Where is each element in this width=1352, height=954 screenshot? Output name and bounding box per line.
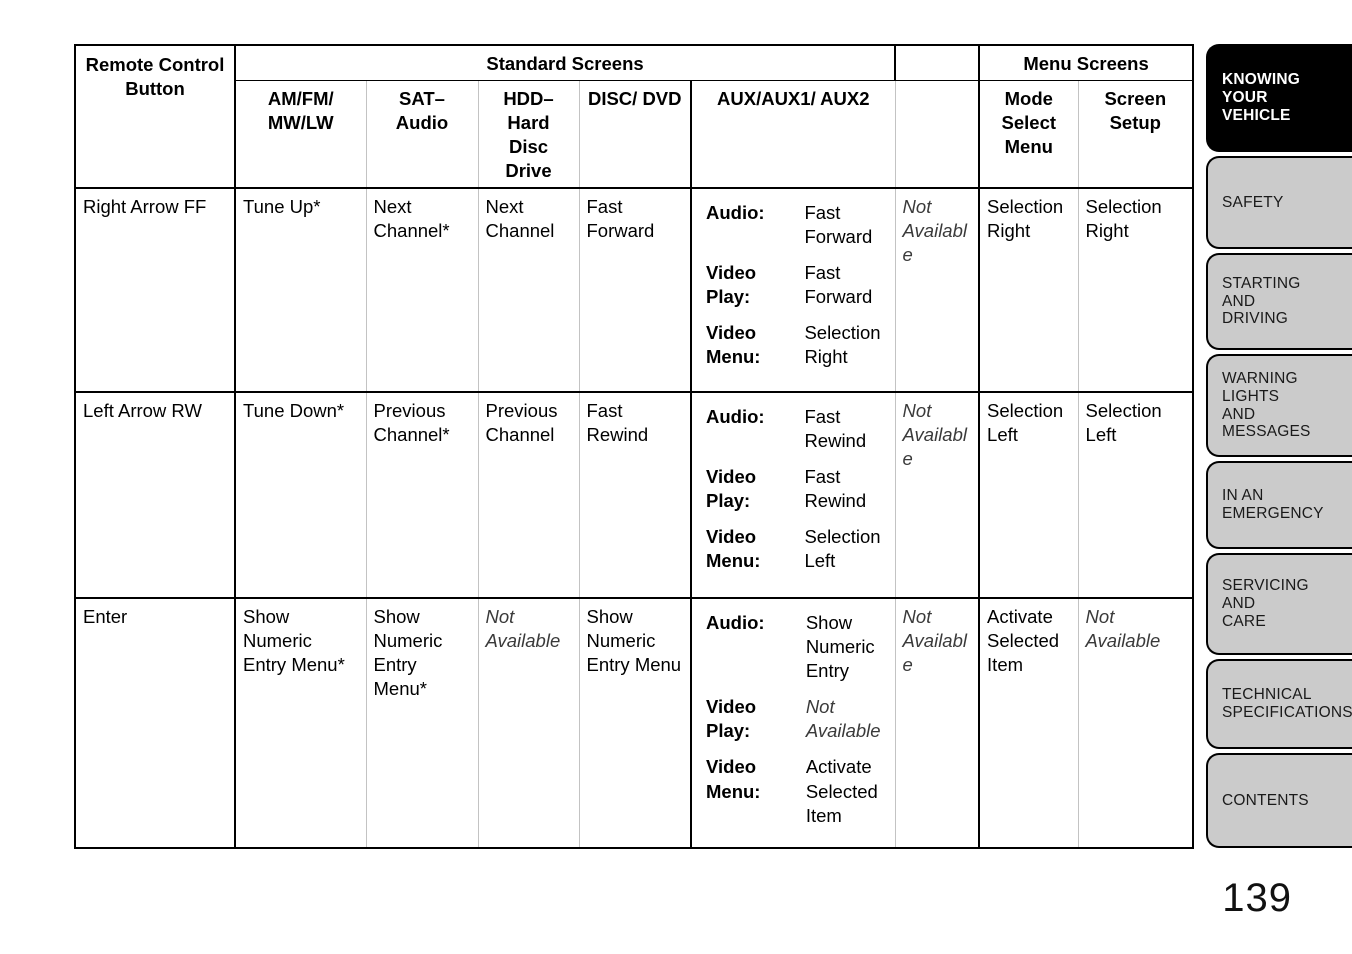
cell-disc: Fast Rewind xyxy=(578,391,692,599)
sidebar-tab-label: STARTING AND DRIVING xyxy=(1222,274,1301,328)
cell-aux: Audio: Fast Forward Video Play: Fast For… xyxy=(689,187,896,393)
aux-label: Video Menu: xyxy=(706,322,761,368)
col-header-screen-setup: Screen Setup xyxy=(1077,80,1194,189)
aux-value: Not Available xyxy=(805,696,881,742)
cell-hdd: Previous Channel xyxy=(477,391,580,599)
header-standard-screens: Standard Screens xyxy=(233,45,896,82)
cell-amfm: Tune Down* xyxy=(234,391,367,599)
table-row: Left Arrow RW Tune Down* Previous Channe… xyxy=(75,391,1194,599)
aux-value: Fast Rewind xyxy=(804,406,867,452)
aux-value: Activate Selected Item xyxy=(805,756,878,826)
sidebar-tab-label: TECHNICAL SPECIFICATIONS xyxy=(1222,686,1352,721)
cell-hdd: Not Available xyxy=(477,597,580,849)
cell-amfm: Tune Up* xyxy=(234,187,367,393)
cell-disc: Fast Forward xyxy=(578,187,692,393)
table-group-header-row: Remote Control Button Standard Screens M… xyxy=(75,45,1194,189)
manual-page: Remote Control Button Standard Screens M… xyxy=(0,0,1352,954)
aux-label: Audio: xyxy=(706,612,765,634)
cell-mode-select-menu: Selection Right xyxy=(978,187,1079,393)
cell-extra: Not Available xyxy=(894,391,980,599)
sidebar-tab-knowing-your-vehicle[interactable]: KNOWING YOUR VEHICLE xyxy=(1206,44,1352,152)
aux-value: Fast Forward xyxy=(804,202,873,248)
cell-screen-setup: Selection Left xyxy=(1077,391,1194,599)
sidebar-tab-label: KNOWING YOUR VEHICLE xyxy=(1222,71,1301,124)
page-number: 139 xyxy=(1222,876,1292,920)
aux-label: Video Play: xyxy=(706,466,757,512)
col-header-mode-select-menu: Mode Select Menu xyxy=(978,80,1079,189)
aux-label: Audio: xyxy=(706,406,765,428)
cell-disc: Show Numeric Entry Menu xyxy=(578,597,692,849)
aux-entry: Video Menu: Selection Right xyxy=(699,313,888,373)
aux-value: Show Numeric Entry xyxy=(805,612,875,682)
sidebar-tab-technical-specifications[interactable]: TECHNICAL SPECIFICATIONS xyxy=(1206,659,1352,749)
sidebar-tab-warning-lights-and-messages[interactable]: WARNING LIGHTS AND MESSAGES xyxy=(1206,354,1352,457)
sidebar-tab-label: IN AN EMERGENCY xyxy=(1222,487,1324,522)
aux-entry: Audio: Fast Forward xyxy=(699,195,888,253)
cell-remote-button: Left Arrow RW xyxy=(75,391,236,599)
sidebar-tab-label: CONTENTS xyxy=(1222,791,1309,809)
aux-entry: Video Play: Fast Forward xyxy=(699,253,888,313)
aux-label: Video Play: xyxy=(706,262,757,308)
table-row: Right Arrow FF Tune Up* Next Channel* Ne… xyxy=(75,187,1194,393)
cell-sat: Next Channel* xyxy=(365,187,479,393)
remote-control-function-table: Remote Control Button Standard Screens M… xyxy=(74,44,1195,850)
cell-sat: Previous Channel* xyxy=(365,391,479,599)
remote-control-function-table-wrapper: Remote Control Button Standard Screens M… xyxy=(74,44,1195,850)
cell-screen-setup: Selection Right xyxy=(1077,187,1194,393)
sidebar-tab-label: SAFETY xyxy=(1222,193,1284,211)
cell-extra: Not Available xyxy=(894,187,980,393)
cell-extra: Not Available xyxy=(894,597,980,849)
aux-value: Fast Forward xyxy=(804,262,873,308)
sidebar-tab-contents[interactable]: CONTENTS xyxy=(1206,753,1352,848)
aux-value: Fast Rewind xyxy=(804,466,867,512)
aux-entry: Video Menu: Activate Selected Item xyxy=(699,747,888,831)
aux-entry: Video Menu: Selection Left xyxy=(699,517,888,577)
cell-amfm: Show Numeric Entry Menu* xyxy=(234,597,367,849)
header-remote-control-button: Remote Control Button xyxy=(75,45,236,189)
aux-label: Audio: xyxy=(706,202,765,224)
sidebar-tab-label: WARNING LIGHTS AND MESSAGES xyxy=(1222,369,1311,441)
aux-value: Selection Left xyxy=(804,526,881,572)
cell-aux: Audio: Show Numeric Entry Video Play: No… xyxy=(689,597,896,849)
header-standard-screens-spacer xyxy=(894,45,980,82)
sidebar-tab-safety[interactable]: SAFETY xyxy=(1206,156,1352,249)
col-header-disc: DISC/ DVD xyxy=(578,80,692,189)
col-header-amfm: AM/FM/ MW/LW xyxy=(234,80,367,189)
header-menu-screens: Menu Screens xyxy=(978,45,1194,82)
col-header-sat: SAT– Audio xyxy=(365,80,479,189)
cell-remote-button: Enter xyxy=(75,597,236,849)
aux-entry: Video Play: Not Available xyxy=(699,687,888,747)
table-row: Enter Show Numeric Entry Menu* Show Nume… xyxy=(75,597,1194,849)
col-header-blank xyxy=(894,80,980,189)
section-tabs: KNOWING YOUR VEHICLE SAFETY STARTING AND… xyxy=(1206,44,1352,852)
cell-aux: Audio: Fast Rewind Video Play: Fast Rewi… xyxy=(689,391,896,599)
cell-mode-select-menu: Selection Left xyxy=(978,391,1079,599)
aux-label: Video Menu: xyxy=(706,756,761,802)
sidebar-tab-label: SERVICING AND CARE xyxy=(1222,577,1309,630)
sidebar-tab-in-an-emergency[interactable]: IN AN EMERGENCY xyxy=(1206,461,1352,549)
cell-hdd: Next Channel xyxy=(477,187,580,393)
aux-label: Video Play: xyxy=(706,696,757,742)
cell-mode-select-menu: Activate Selected Item xyxy=(978,597,1079,849)
cell-remote-button: Right Arrow FF xyxy=(75,187,236,393)
col-header-hdd: HDD– Hard Disc Drive xyxy=(477,80,580,189)
cell-sat: Show Numeric Entry Menu* xyxy=(365,597,479,849)
col-header-aux: AUX/AUX1/ AUX2 xyxy=(689,80,896,189)
sidebar-tab-servicing-and-care[interactable]: SERVICING AND CARE xyxy=(1206,553,1352,655)
aux-label: Video Menu: xyxy=(706,526,761,572)
aux-entry: Audio: Show Numeric Entry xyxy=(699,605,888,687)
table-subheader-row: AM/FM/ MW/LW SAT– Audio HDD– Hard Disc D… xyxy=(75,80,1194,189)
aux-value: Selection Right xyxy=(804,322,881,368)
sidebar-tab-starting-and-driving[interactable]: STARTING AND DRIVING xyxy=(1206,253,1352,350)
cell-screen-setup: Not Available xyxy=(1077,597,1194,849)
aux-entry: Video Play: Fast Rewind xyxy=(699,457,888,517)
aux-entry: Audio: Fast Rewind xyxy=(699,399,888,457)
